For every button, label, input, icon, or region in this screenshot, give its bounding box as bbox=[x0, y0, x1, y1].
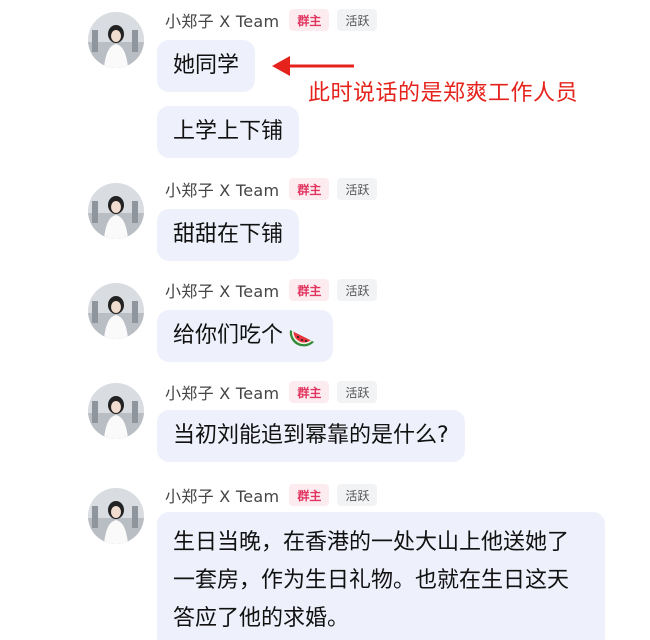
message-bubble[interactable]: 生日当晚，在香港的一处大山上他送她了一套房，作为生日礼物。也就在生日这天答应了他… bbox=[157, 512, 605, 640]
owner-badge: 群主 bbox=[289, 279, 330, 301]
owner-badge: 群主 bbox=[289, 381, 330, 403]
owner-badge: 群主 bbox=[289, 484, 330, 506]
active-badge: 活跃 bbox=[337, 9, 378, 31]
watermelon-icon bbox=[289, 330, 315, 347]
avatar[interactable] bbox=[88, 283, 144, 339]
active-badge: 活跃 bbox=[337, 279, 378, 301]
message-meta: 小郑子 X Team 群主 活跃 bbox=[165, 8, 378, 32]
owner-badge: 群主 bbox=[289, 178, 330, 200]
avatar-image bbox=[88, 383, 144, 439]
message-bubble[interactable]: 甜甜在下铺 bbox=[157, 209, 300, 261]
message-bubble[interactable]: 给你们吃个 bbox=[157, 310, 334, 362]
message-meta: 小郑子 X Team 群主 活跃 bbox=[165, 380, 378, 404]
active-badge: 活跃 bbox=[337, 178, 378, 200]
avatar-image bbox=[88, 12, 144, 68]
message-bubble[interactable]: 她同学 bbox=[157, 40, 256, 92]
avatar[interactable] bbox=[88, 383, 144, 439]
message-meta: 小郑子 X Team 群主 活跃 bbox=[165, 177, 378, 201]
avatar-image bbox=[88, 183, 144, 239]
avatar-image bbox=[88, 488, 144, 544]
owner-badge: 群主 bbox=[289, 9, 330, 31]
avatar[interactable] bbox=[88, 488, 144, 544]
message-bubble[interactable]: 当初刘能追到幂靠的是什么? bbox=[157, 410, 465, 462]
sender-name[interactable]: 小郑子 X Team bbox=[165, 177, 279, 201]
sender-name[interactable]: 小郑子 X Team bbox=[165, 483, 279, 507]
message-meta: 小郑子 X Team 群主 活跃 bbox=[165, 278, 378, 302]
message-meta: 小郑子 X Team 群主 活跃 bbox=[165, 483, 378, 507]
active-badge: 活跃 bbox=[337, 484, 378, 506]
active-badge: 活跃 bbox=[337, 381, 378, 403]
message-text: 给你们吃个 bbox=[173, 323, 284, 348]
avatar[interactable] bbox=[88, 12, 144, 68]
avatar[interactable] bbox=[88, 183, 144, 239]
sender-name[interactable]: 小郑子 X Team bbox=[165, 278, 279, 302]
avatar-image bbox=[88, 283, 144, 339]
message-bubble[interactable]: 上学上下铺 bbox=[157, 106, 300, 158]
sender-name[interactable]: 小郑子 X Team bbox=[165, 380, 279, 404]
annotation-text: 此时说话的是郑爽工作人员 bbox=[308, 81, 579, 106]
sender-name[interactable]: 小郑子 X Team bbox=[165, 8, 279, 32]
